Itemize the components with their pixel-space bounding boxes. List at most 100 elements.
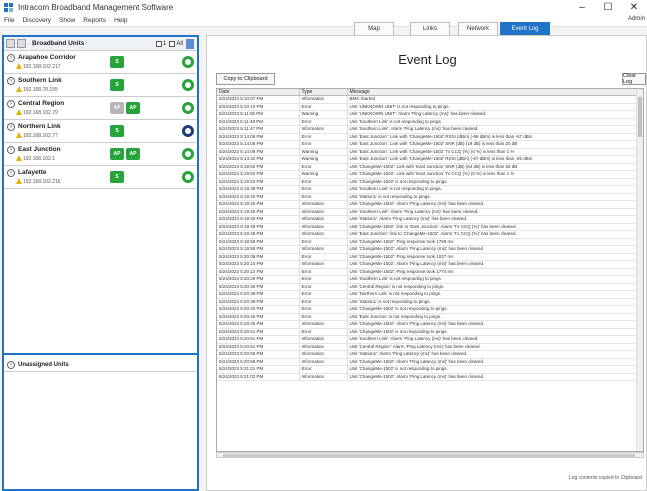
table-row[interactable]: 5/24/2023 5:19:38 PM Error Unit 'Southern …: [217, 185, 638, 194]
table-row[interactable]: 5/24/2023 5:19:45 PM Information Unit 'Cha…: [217, 200, 638, 209]
table-row[interactable]: 5/24/2023 5:19:58 PM Error Unit 'ChangeMe-…: [217, 238, 638, 246]
table-row[interactable]: 5/24/2023 5:19:58 PM Information Unit 'Cha…: [217, 245, 638, 254]
table-row[interactable]: 5/24/2023 5:19:40 PM Error Unit 'Station1'…: [217, 193, 638, 201]
menu-file[interactable]: File: [0, 17, 18, 24]
table-row[interactable]: 5/24/2023 5:20:40 PM Error Unit 'ChangeMe-…: [217, 305, 638, 314]
menu-help[interactable]: Help: [110, 17, 131, 24]
table-row[interactable]: 5/24/2023 5:11:47 PM Information Unit 'Sou…: [217, 125, 638, 134]
table-row[interactable]: 5/24/2023 5:19:48 PM Information Unit 'Cha…: [217, 223, 638, 231]
status-ring-icon[interactable]: [182, 56, 194, 68]
status-ring-icon[interactable]: [182, 102, 194, 114]
expand-icon[interactable]: ›: [7, 361, 15, 369]
table-row[interactable]: 5/24/2023 5:20:58 PM Information Unit 'Cha…: [217, 358, 638, 366]
table-row[interactable]: 5/24/2023 5:20:51 PM Information Unit 'Sou…: [217, 335, 638, 344]
event-log-table[interactable]: Date Type Message 5/24/2023 5:10:07 PM In…: [216, 88, 644, 452]
status-ring-icon[interactable]: [182, 79, 194, 91]
close-button[interactable]: ✕: [621, 0, 647, 15]
cell-date: 5/24/2023 5:19:45 PM: [217, 208, 300, 216]
unit-item[interactable]: › Central Region 192.168.102.79 AP AP: [4, 97, 197, 120]
units-panel-header: Broadband Units 1 All: [4, 37, 197, 51]
table-row[interactable]: 5/24/2023 5:20:38 PM Error Unit 'Station1'…: [217, 298, 638, 306]
tab-event-log[interactable]: Event Log: [500, 22, 550, 36]
cell-message: Unit 'Southern Link': Alarm 'Ping Latenc…: [347, 208, 638, 216]
table-row[interactable]: 5/24/2023 5:20:35 PM Error Unit 'Central R…: [217, 283, 638, 291]
status-ring-icon[interactable]: [182, 125, 194, 137]
expand-icon[interactable]: ›: [7, 146, 15, 154]
cell-type: Error: [299, 185, 348, 194]
maximize-button[interactable]: ☐: [595, 0, 621, 15]
table-row[interactable]: 5/24/2023 5:21:02 PM Information Unit 'Cha…: [217, 373, 638, 381]
expand-icon[interactable]: ›: [7, 77, 15, 85]
unit-item[interactable]: › Arapahoe Corridor 192.168.102.217 S: [4, 51, 197, 74]
horizontal-scrollbar[interactable]: [216, 452, 644, 458]
table-row[interactable]: 5/24/2023 5:20:51 PM Information Unit 'Cen…: [217, 343, 638, 351]
table-row[interactable]: 5/24/2023 5:20:38 PM Error Unit 'Northern …: [217, 290, 638, 299]
menu-reports[interactable]: Reports: [79, 17, 110, 24]
filter-checkbox-1[interactable]: 1: [155, 40, 166, 47]
table-row[interactable]: 5/24/2023 5:19:45 PM Information Unit 'Sta…: [217, 215, 638, 224]
table-row[interactable]: 5/24/2023 5:14:08 PM Error Unit 'East Junc…: [217, 133, 638, 141]
table-row[interactable]: 5/24/2023 5:11:48 PM Error Unit 'Southern …: [217, 118, 638, 126]
status-ring-icon[interactable]: [182, 148, 194, 160]
cell-type: Information: [299, 343, 348, 351]
table-row[interactable]: 5/24/2023 5:20:45 PM Information Unit 'Cha…: [217, 320, 638, 329]
menu-discovery[interactable]: Discovery: [18, 17, 55, 24]
unit-item[interactable]: › Southern Link 192.168.70.155 S: [4, 74, 197, 97]
cell-type: Error: [299, 305, 348, 314]
filter-icon[interactable]: [186, 38, 194, 49]
expand-icon[interactable]: ›: [7, 54, 15, 62]
table-row[interactable]: 5/24/2023 5:19:48 PM Information Unit 'Eas…: [217, 230, 638, 239]
table-row[interactable]: 5/24/2023 5:10:07 PM Information BMS Start…: [217, 95, 638, 104]
unit-mode-badge: AP: [110, 102, 124, 114]
vertical-scrollbar[interactable]: [636, 89, 643, 451]
table-row[interactable]: 5/24/2023 5:20:14 PM Error Unit 'ChangeMe-…: [217, 268, 638, 276]
unit-item[interactable]: › East Junction 192.168.102.1 AP AP: [4, 143, 197, 166]
expand-all-button[interactable]: [6, 39, 15, 48]
expand-icon[interactable]: ›: [7, 100, 15, 108]
table-row[interactable]: 5/24/2023 5:19:02 PM Warning Unit 'ChangeM…: [217, 170, 638, 179]
table-row[interactable]: 5/24/2023 5:20:08 PM Error Unit 'ChangeMe-…: [217, 253, 638, 261]
cell-type: Error: [299, 178, 348, 186]
cell-message: Unit 'ChangeMe-1502': Link with 'East Ju…: [347, 163, 638, 171]
table-row[interactable]: 5/24/2023 5:21:01 PM Error Unit 'ChangeMe-…: [217, 365, 638, 374]
cell-date: 5/24/2023 5:21:02 PM: [217, 373, 300, 381]
table-row[interactable]: 5/24/2023 5:20:29 PM Error Unit 'Southern …: [217, 275, 638, 284]
user-label[interactable]: Admin: [628, 16, 645, 22]
table-row[interactable]: 5/24/2023 5:10:10 PM Error Unit 'UNKNOWN U…: [217, 103, 638, 111]
table-row[interactable]: 5/24/2023 5:14:08 PM Warning Unit 'East Ju…: [217, 148, 638, 156]
cell-date: 5/24/2023 5:11:05 PM: [217, 110, 300, 119]
cell-type: Error: [299, 365, 348, 374]
panel-splitter[interactable]: [4, 353, 197, 355]
collapse-all-button[interactable]: [17, 39, 26, 48]
table-row[interactable]: 5/24/2023 5:11:05 PM Warning Unit 'UNKNOWN…: [217, 110, 638, 119]
unassigned-units-section[interactable]: › Unassigned Units: [4, 359, 197, 372]
cell-type: Warning: [299, 170, 348, 179]
table-row[interactable]: 5/24/2023 5:20:45 PM Error Unit 'East Junc…: [217, 313, 638, 321]
table-row[interactable]: 5/24/2023 5:14:32 PM Warning Unit 'East Ju…: [217, 155, 638, 164]
unit-mode-badge: S: [110, 125, 124, 137]
cell-message: Unit 'ChangeMe-1502': Alarm 'Ping Latenc…: [347, 358, 638, 366]
minimize-button[interactable]: –: [569, 0, 595, 15]
table-row[interactable]: 5/24/2023 5:14:08 PM Error Unit 'East Junc…: [217, 140, 638, 149]
table-row[interactable]: 5/24/2023 5:20:51 PM Error Unit 'ChangeMe-…: [217, 328, 638, 336]
status-ring-icon[interactable]: [182, 171, 194, 183]
clear-log-button[interactable]: Clear Log: [622, 73, 646, 85]
table-row[interactable]: 5/24/2023 5:20:10 PM Information Unit 'Cha…: [217, 260, 638, 269]
unit-ip: 192.168.102.216: [23, 179, 61, 185]
expand-icon[interactable]: ›: [7, 123, 15, 131]
tab-links[interactable]: Links: [410, 22, 450, 36]
unit-item[interactable]: › Northern Link 192.168.102.77 S: [4, 120, 197, 143]
filter-checkbox-all[interactable]: All: [169, 40, 183, 47]
tab-map[interactable]: Map: [354, 22, 394, 36]
table-row[interactable]: 5/24/2023 5:19:02 PM Error Unit 'ChangeMe-…: [217, 163, 638, 171]
expand-icon[interactable]: ›: [7, 169, 15, 177]
table-row[interactable]: 5/24/2023 5:19:45 PM Information Unit 'Sou…: [217, 208, 638, 216]
tab-network[interactable]: Network: [458, 22, 498, 36]
unit-item[interactable]: › Lafayette 192.168.102.216 S: [4, 166, 197, 189]
table-row[interactable]: 5/24/2023 5:19:53 PM Error Unit 'ChangeMe-…: [217, 178, 638, 186]
table-row[interactable]: 5/24/2023 5:20:58 PM Information Unit 'Sta…: [217, 350, 638, 359]
menu-show[interactable]: Show: [55, 17, 79, 24]
unit-name: Arapahoe Corridor: [18, 54, 76, 61]
copy-to-clipboard-button[interactable]: Copy to Clipboard: [216, 73, 275, 85]
cell-message: Unit 'East Junction': Link with 'ChangeM…: [347, 148, 638, 156]
